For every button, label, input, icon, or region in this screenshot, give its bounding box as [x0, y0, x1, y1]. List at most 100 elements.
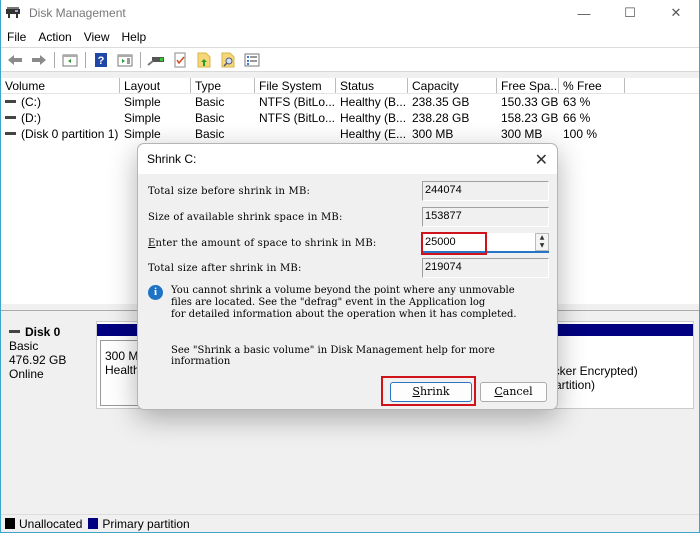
folder-search-icon[interactable] [218, 51, 238, 69]
layout-cell: Simple [124, 127, 161, 141]
free-space-cell: 158.23 GB [501, 111, 559, 125]
drive-icon [5, 132, 16, 136]
menu-view[interactable]: View [78, 30, 116, 44]
button-label: hrink [419, 385, 450, 398]
accesskey: S [412, 385, 420, 398]
capacity-cell: 238.28 GB [412, 111, 470, 125]
status-cell: Healthy (B... [340, 111, 407, 125]
primary-partition-swatch [88, 518, 99, 529]
disk-management-app-icon [5, 6, 21, 20]
volume-row[interactable]: (Disk 0 partition 1) Simple Basic Health… [1, 126, 699, 142]
shrink-dialog: Shrink C: ✕ Total size before shrink in … [137, 143, 558, 410]
maximize-button[interactable]: ☐ [607, 0, 653, 26]
file-system-cell [255, 126, 336, 142]
column-header-file-system[interactable]: File System [255, 78, 336, 93]
toolbar-separator [54, 51, 55, 68]
properties-list-icon[interactable] [242, 51, 262, 69]
type-cell: Basic [195, 111, 225, 125]
empty-disk-area [1, 412, 699, 514]
capacity-cell: 300 MB [412, 127, 454, 141]
volume-name: (C:) [21, 95, 41, 109]
partition-detail: ocker Encrypted) [547, 364, 638, 378]
connect-drive-icon[interactable] [146, 51, 166, 69]
shrink-amount-label: Enter the amount of space to shrink in M… [148, 238, 376, 249]
shrink-amount-row: Enter the amount of space to shrink in M… [148, 233, 549, 253]
button-label: ancel [502, 385, 533, 398]
label-text: nter the amount of space to shrink in MB… [155, 238, 377, 249]
disk-state: Online [9, 367, 44, 381]
status-cell: Healthy (E... [340, 127, 407, 141]
total-after-label: Total size after shrink in MB: [148, 263, 302, 274]
available-space-row: Size of available shrink space in MB: 15… [148, 207, 549, 227]
folder-up-icon[interactable] [194, 51, 214, 69]
minimize-button[interactable]: — [561, 0, 607, 26]
type-cell: Basic [195, 95, 225, 109]
file-system-cell: NTFS (BitLo... [259, 95, 336, 109]
window-title: Disk Management [29, 6, 126, 20]
free-space-cell: 150.33 GB [501, 95, 559, 109]
volume-name: (D:) [21, 111, 41, 125]
free-space-cell: 300 MB [501, 127, 543, 141]
column-header-status[interactable]: Status [336, 78, 408, 93]
drive-icon [5, 100, 16, 104]
shrink-button[interactable]: Shrink [390, 382, 472, 402]
console-tree-icon[interactable] [60, 51, 80, 69]
toolbar-separator [140, 51, 141, 68]
total-before-value: 244074 [422, 181, 549, 201]
toolbar: ? [1, 48, 699, 72]
available-space-label: Size of available shrink space in MB: [148, 212, 343, 223]
type-cell: Basic [195, 127, 225, 141]
dialog-close-button[interactable]: ✕ [535, 150, 548, 170]
close-button[interactable]: ✕ [653, 0, 699, 26]
info-text: You cannot shrink a volume beyond the po… [171, 285, 517, 320]
shrink-amount-spinner[interactable]: ▲ ▼ [535, 233, 549, 251]
menu-file[interactable]: File [1, 30, 32, 44]
volume-name: (Disk 0 partition 1) [21, 127, 119, 141]
column-header-volume[interactable]: Volume [1, 78, 120, 93]
unallocated-swatch [5, 518, 15, 529]
legend: Unallocated Primary partition [1, 514, 699, 532]
disk-name: Disk 0 [25, 325, 61, 339]
menu-help[interactable]: Help [116, 30, 153, 44]
disk-type: Basic [9, 339, 39, 353]
column-header-capacity[interactable]: Capacity [408, 78, 497, 93]
volume-row[interactable]: (D:) Simple Basic NTFS (BitLo... Healthy… [1, 110, 699, 126]
volume-cell: (C:) [1, 94, 120, 110]
column-header-empty [625, 78, 699, 93]
help-icon[interactable]: ? [91, 51, 111, 69]
info-icon: i [148, 285, 163, 300]
title-bar: Disk Management — ☐ ✕ [1, 0, 699, 26]
percent-free-cell: 100 % [563, 127, 598, 141]
toolbar-separator [85, 51, 86, 68]
menu-bar: File Action View Help [1, 26, 699, 48]
svg-text:?: ? [98, 55, 105, 67]
volume-cell: (D:) [1, 110, 120, 126]
column-header-percent-free[interactable]: % Free [559, 78, 625, 93]
cancel-button[interactable]: Cancel [480, 382, 547, 402]
checklist-icon[interactable] [170, 51, 190, 69]
legend-unallocated: Unallocated [19, 516, 83, 531]
drive-icon [9, 330, 20, 334]
disk-info[interactable]: Disk 0 Basic 476.92 GB Online [4, 319, 92, 409]
action-pane-icon[interactable] [115, 51, 135, 69]
available-space-value: 153877 [422, 207, 549, 227]
shrink-amount-field: ▲▼ [422, 233, 549, 253]
shrink-amount-input[interactable] [422, 233, 534, 251]
forward-icon[interactable] [29, 51, 49, 69]
column-header-layout[interactable]: Layout [120, 78, 191, 93]
percent-free-cell: 66 % [563, 111, 591, 125]
column-header-type[interactable]: Type [191, 78, 255, 93]
layout-cell: Simple [124, 111, 161, 125]
file-system-cell: NTFS (BitLo... [259, 111, 336, 125]
volume-row[interactable]: (C:) Simple Basic NTFS (BitLo... Healthy… [1, 94, 699, 110]
volume-cell: (Disk 0 partition 1) [1, 126, 120, 142]
menu-action[interactable]: Action [32, 30, 77, 44]
dialog-title: Shrink C: [147, 152, 197, 166]
capacity-cell: 238.35 GB [412, 95, 470, 109]
column-header-free-space[interactable]: Free Spa... [497, 78, 559, 93]
partition-data[interactable]: ocker Encrypted) Partition) [547, 340, 692, 406]
back-icon[interactable] [5, 51, 25, 69]
status-cell: Healthy (B... [340, 95, 407, 109]
percent-free-cell: 63 % [563, 95, 591, 109]
accesskey: E [148, 238, 156, 249]
